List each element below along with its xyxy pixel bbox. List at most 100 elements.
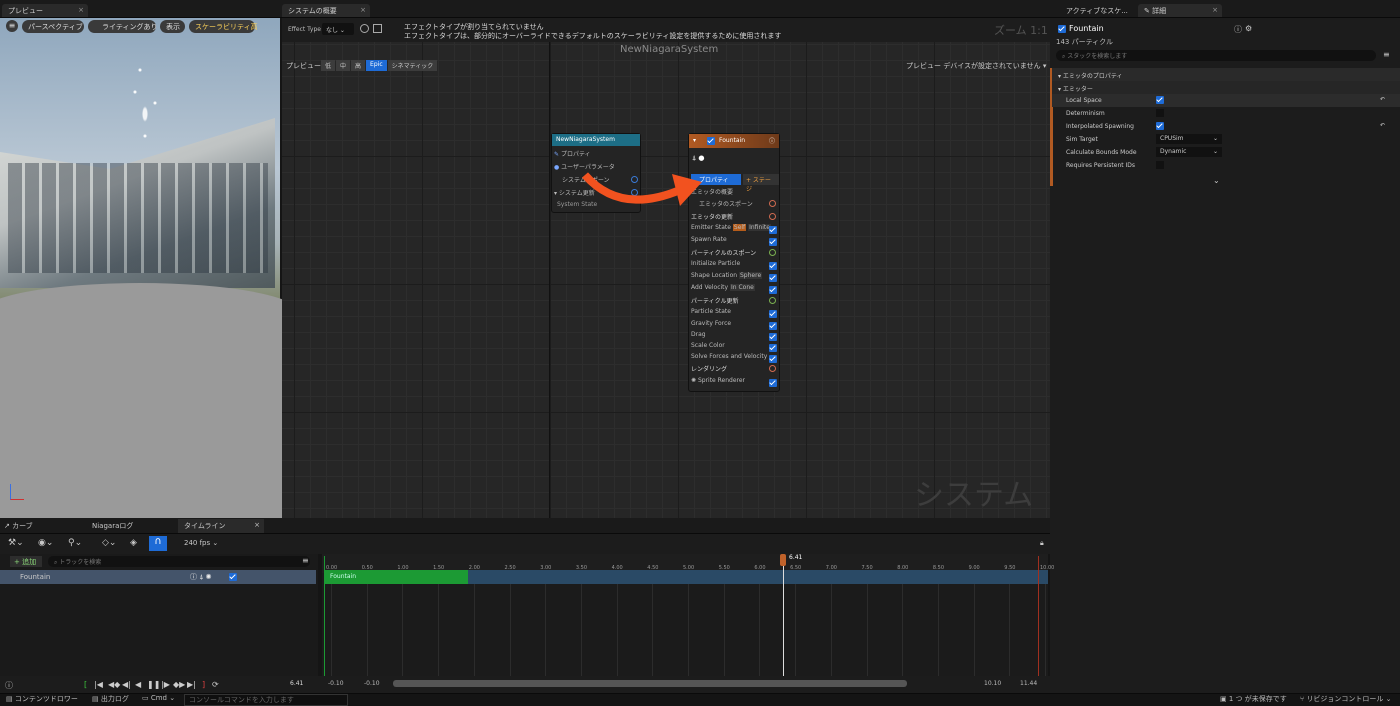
cmd-dropdown[interactable]: ▭ Cmd ⌄: [142, 694, 175, 706]
particle-update-section[interactable]: パーティクル更新: [691, 296, 738, 307]
details-search-input[interactable]: ⌕ スタックを検索します: [1056, 50, 1376, 61]
quality-low[interactable]: 低: [321, 60, 336, 71]
timeline-scrollbar[interactable]: [393, 680, 907, 687]
interpolated-row[interactable]: Interpolated Spawning ↶: [1052, 120, 1400, 133]
magnet-icon[interactable]: ∩: [149, 536, 167, 551]
rendering-section[interactable]: レンダリング: [691, 364, 727, 375]
show-button[interactable]: 表示: [160, 20, 185, 33]
track-row[interactable]: Fountain: [0, 570, 316, 584]
module-checkbox[interactable]: [769, 344, 777, 352]
close-icon[interactable]: ×: [1212, 6, 1218, 14]
playhead-handle[interactable]: [780, 554, 786, 566]
info-icon[interactable]: ⓘ: [1234, 24, 1242, 35]
gravity-row[interactable]: Gravity Force: [691, 320, 731, 331]
expand-more-icon[interactable]: ⌄: [1213, 176, 1220, 185]
local-space-row[interactable]: Local Space ↶: [1052, 94, 1400, 107]
emitter-enabled-checkbox[interactable]: [1058, 25, 1066, 33]
calc-bounds-select[interactable]: Dynamic ⌄: [1156, 147, 1222, 157]
section-emitter-props[interactable]: ▾ エミッタのプロパティ: [1052, 68, 1400, 81]
module-checkbox[interactable]: [769, 355, 777, 363]
start-marker[interactable]: [324, 556, 325, 676]
graph-canvas[interactable]: [282, 18, 1050, 518]
filter-icon[interactable]: ≡: [1383, 50, 1390, 59]
current-time-field[interactable]: 6.41: [290, 680, 303, 687]
module-checkbox[interactable]: [769, 238, 777, 246]
add-module-icon[interactable]: [769, 249, 776, 256]
add-module-icon[interactable]: [769, 365, 776, 372]
close-icon[interactable]: ×: [254, 521, 260, 529]
output-log-button[interactable]: ▤ 出力ログ: [92, 694, 129, 706]
asset-icon[interactable]: [373, 24, 382, 33]
skip-back-icon[interactable]: |◀: [94, 680, 103, 689]
diamond-icon[interactable]: ◇⌄: [102, 538, 116, 548]
system-props-row[interactable]: ✎ プロパティ: [554, 149, 591, 160]
filter-icon[interactable]: ≡: [302, 556, 309, 565]
snap-icon[interactable]: ◈: [130, 538, 137, 548]
quality-mid[interactable]: 中: [336, 60, 351, 71]
section-emitter[interactable]: ▾ エミッター: [1052, 81, 1400, 94]
pause-icon[interactable]: ❚❚: [147, 680, 160, 689]
particle-spawn-section[interactable]: パーティクルのスポーン: [691, 248, 756, 259]
quality-epic[interactable]: Epic: [366, 60, 387, 71]
key-icon[interactable]: ⚲⌄: [68, 538, 82, 548]
tab-details[interactable]: ✎ 詳細 ×: [1138, 4, 1222, 17]
track-enabled-checkbox[interactable]: [229, 573, 237, 581]
spawn-rate-row[interactable]: Spawn Rate: [691, 236, 727, 247]
emitter-clip[interactable]: Fountain: [325, 570, 468, 584]
next-key-icon[interactable]: ◆▶: [173, 680, 185, 689]
persistent-ids-row[interactable]: Requires Persistent IDs: [1052, 159, 1400, 172]
go-start-button[interactable]: [: [84, 680, 87, 689]
prev-key-icon[interactable]: ◀◆: [108, 680, 120, 689]
determinism-row[interactable]: Determinism: [1052, 107, 1400, 120]
console-input[interactable]: コンソールコマンドを入力します: [184, 694, 348, 706]
fps-dropdown[interactable]: 240 fps ⌄: [184, 539, 218, 547]
add-stage-button[interactable]: + ステージ: [743, 174, 779, 193]
enable-checkbox[interactable]: [707, 137, 715, 145]
close-icon[interactable]: ×: [78, 6, 84, 14]
go-end-button[interactable]: ]: [202, 680, 205, 689]
tab-niagara-log[interactable]: Niagaraログ: [92, 521, 133, 531]
quality-cinematic[interactable]: シネマティック: [387, 60, 438, 71]
unsaved-button[interactable]: ▣ 1 つ が未保存です: [1220, 694, 1287, 706]
scale-color-row[interactable]: Scale Color: [691, 342, 725, 353]
lock-icon[interactable]: 🔒︎: [1040, 539, 1044, 548]
browse-icon[interactable]: [360, 24, 369, 33]
step-forward-icon[interactable]: |▶: [161, 680, 170, 689]
module-checkbox[interactable]: [769, 310, 777, 318]
content-drawer-button[interactable]: ▤ コンテンツドロワー: [6, 694, 78, 706]
skip-end-icon[interactable]: ▶|: [187, 680, 196, 689]
work-start-field[interactable]: -0.10: [364, 680, 380, 687]
tab-curve[interactable]: ↗ カーブ: [4, 521, 33, 531]
module-checkbox[interactable]: [769, 379, 777, 387]
module-checkbox[interactable]: [769, 322, 777, 330]
module-checkbox[interactable]: [769, 274, 777, 282]
reset-icon[interactable]: ↶: [1380, 96, 1385, 103]
init-particle-row[interactable]: Initialize Particle: [691, 260, 740, 271]
view-start-field[interactable]: -0.10: [328, 680, 344, 687]
scalability-button[interactable]: スケーラビリティ高: [189, 20, 258, 33]
determinism-checkbox[interactable]: [1156, 109, 1164, 117]
local-space-checkbox[interactable]: [1156, 96, 1164, 104]
module-checkbox[interactable]: [769, 286, 777, 294]
particle-state-row[interactable]: Particle State: [691, 308, 731, 319]
loop-icon[interactable]: ⟳: [212, 680, 219, 689]
add-module-icon[interactable]: [769, 213, 776, 220]
tab-preview[interactable]: プレビュー ×: [2, 4, 88, 17]
tab-active-scalability[interactable]: アクティブなスケ...: [1060, 4, 1134, 17]
sim-target-row[interactable]: Sim Target CPUSim ⌄: [1052, 133, 1400, 146]
wrench-icon[interactable]: ⚒⌄: [8, 538, 24, 548]
info-icon[interactable]: ⓘ: [769, 136, 775, 145]
eye-icon[interactable]: ◉⌄: [38, 538, 53, 548]
add-velocity-row[interactable]: Add Velocity In Cone: [691, 284, 755, 295]
calc-bounds-row[interactable]: Calculate Bounds Mode Dynamic ⌄: [1052, 146, 1400, 159]
gear-icon[interactable]: ⚙: [1245, 24, 1252, 33]
effect-type-select[interactable]: なし ⌄: [322, 23, 354, 35]
play-reverse-icon[interactable]: ◀: [135, 680, 141, 689]
step-back-icon[interactable]: ◀|: [122, 680, 131, 689]
end-marker[interactable]: [1038, 556, 1039, 676]
work-end-field[interactable]: 10.10: [984, 680, 1001, 687]
drag-row[interactable]: Drag: [691, 331, 706, 342]
add-track-button[interactable]: + 追加: [10, 556, 42, 567]
add-module-icon[interactable]: [769, 297, 776, 304]
chevron-down-icon[interactable]: ▾: [693, 137, 696, 144]
